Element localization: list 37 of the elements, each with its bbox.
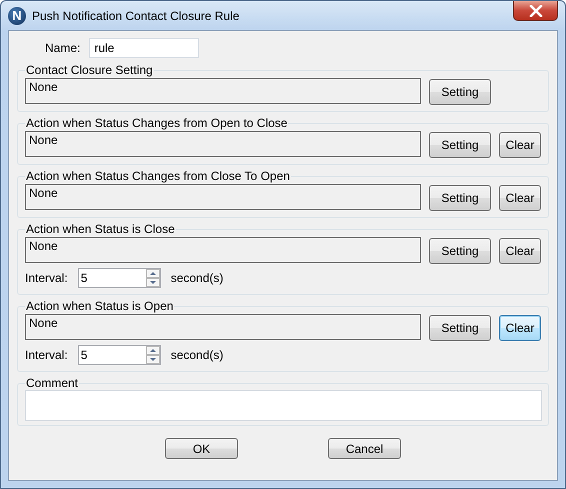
window-title: Push Notification Contact Closure Rule — [32, 8, 240, 22]
action-value: None — [29, 316, 58, 330]
interval-unit: second(s) — [170, 271, 224, 285]
group-title: Action when Status Changes from Open to Close — [25, 116, 288, 130]
clear-button[interactable]: Clear — [499, 185, 541, 211]
action-value: None — [29, 239, 58, 253]
group-title: Comment — [25, 376, 80, 390]
setting-button[interactable]: Setting — [429, 315, 491, 341]
name-field[interactable]: rule — [89, 38, 200, 58]
group-title: Action when Status is Open — [25, 299, 174, 313]
interval-spinner[interactable]: 5 — [78, 268, 161, 288]
setting-button[interactable]: Setting — [429, 132, 491, 158]
spin-arrows-icon[interactable] — [146, 346, 160, 364]
interval-label: Interval: — [25, 348, 68, 362]
action-value: None — [29, 133, 58, 147]
close-icon — [528, 4, 542, 16]
comment-field[interactable] — [25, 390, 542, 421]
interval-unit: second(s) — [170, 348, 224, 362]
action-value: None — [29, 80, 58, 94]
spin-arrows-icon[interactable] — [146, 269, 160, 287]
app-icon: N — [8, 6, 26, 24]
name-label: Name: — [45, 41, 80, 55]
action-value: None — [29, 186, 58, 200]
interval-label: Interval: — [25, 271, 68, 285]
setting-button[interactable]: Setting — [429, 185, 491, 211]
dialog-button[interactable]: OK — [165, 438, 238, 459]
setting-button[interactable]: Setting — [429, 79, 491, 105]
group-title: Action when Status Changes from Close To Open — [25, 169, 291, 183]
group-title: Contact Closure Setting — [25, 63, 154, 77]
clear-button[interactable]: Clear — [499, 132, 541, 158]
close-button[interactable] — [513, 1, 558, 21]
group-title: Action when Status is Close — [25, 222, 176, 236]
interval-spinner[interactable]: 5 — [78, 345, 161, 365]
clear-button[interactable]: Clear — [499, 238, 541, 264]
setting-button[interactable]: Setting — [429, 238, 491, 264]
clear-button[interactable]: Clear — [499, 315, 541, 341]
dialog-button[interactable]: Cancel — [328, 438, 401, 459]
